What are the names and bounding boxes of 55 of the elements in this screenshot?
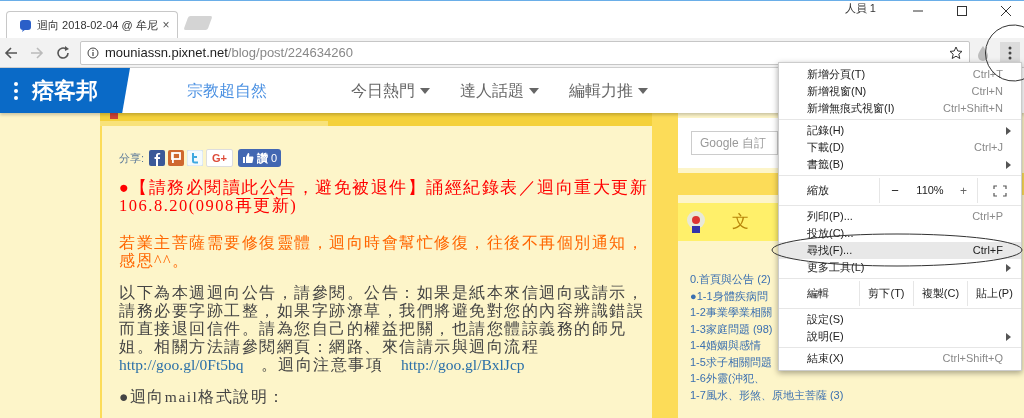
facebook-icon[interactable] [149, 150, 166, 166]
speech-bubble-icon [19, 18, 32, 32]
menu-item[interactable]: 設定(S) [779, 311, 1021, 328]
close-icon[interactable] [1000, 5, 1012, 17]
category-link[interactable]: 1-7風水、形煞、原地主菩薩 (3) [690, 386, 1024, 403]
menu-item[interactable]: 下載(D) Ctrl+J [779, 139, 1021, 156]
more-icon [1008, 45, 1013, 60]
info-icon [87, 46, 99, 59]
nav-dropdown[interactable]: 編輯力推 [569, 78, 648, 103]
drop-icon[interactable] [976, 44, 991, 61]
share-label: 分享: [119, 150, 145, 166]
plurk-icon[interactable] [168, 150, 185, 166]
notice-heading: ●【請務必閱讀此公告，避免被退件】誦經紀錄表／迴向重大更新106.8.20(0908再更新) [119, 179, 649, 215]
site-logo[interactable]: 痞客邦 [32, 74, 98, 107]
notice-text: 若業主菩薩需要修復靈體，迴向時會幫忙修復，往後不再個別通知，感恩^^。 [119, 234, 645, 270]
body-text: 以下為本週迴向公告，請參閱。公告：如果是紙本來信迴向或請示，請務必要字跡工整，如果字跡潦草，我們將避免對您的內容辨識錯誤而直接退回信件。請為您自己的權益把關，也請您體諒義務的師兄姐。相關方法請參閱網頁：網路、來信請示與迴向流程 http://goo.gl/0Ft5bq 。迴向注意事項 http://goo.gl/BxlJcp [119, 284, 645, 374]
fullscreen-icon[interactable] [992, 184, 1007, 197]
nav-dropdown[interactable]: 今日熱門 [351, 78, 430, 103]
link[interactable]: http://goo.gl/0Ft5bq [119, 356, 244, 373]
emblem-icon [684, 210, 708, 234]
menu-icon[interactable] [14, 81, 18, 100]
section-heading: ●迴向mail格式說明： [119, 388, 287, 406]
google-plus-button[interactable]: G+ [206, 149, 234, 167]
menu-item[interactable]: 書籤(B) [779, 156, 1021, 173]
browser-tab[interactable]: 迴向 2018-02-04 @ 牟尼 × [6, 11, 178, 38]
menu-item[interactable]: 新增無痕式視窗(I) Ctrl+Shift+N [779, 100, 1021, 117]
edit-action-button[interactable]: 剪下(T) [860, 281, 914, 306]
menu-item[interactable]: 尋找(F)... Ctrl+F [779, 242, 1021, 259]
zoom-out-button[interactable]: − [880, 178, 910, 203]
menu-item[interactable]: 列印(P)... Ctrl+P [779, 208, 1021, 225]
category-link[interactable]: 1-6外靈(沖犯、 [690, 370, 1024, 387]
reload-icon[interactable] [56, 45, 70, 60]
back-icon[interactable] [4, 45, 18, 60]
edit-action-button[interactable]: 貼上(P) [968, 281, 1021, 306]
menu-item[interactable]: 新增視窗(N) Ctrl+N [779, 83, 1021, 100]
thumbs-up-icon [242, 152, 255, 164]
maximize-icon[interactable] [956, 5, 968, 17]
address-field[interactable]: mouniassn.pixnet.net/blog/post/224634260 [80, 40, 971, 65]
widget-title: 文 [732, 211, 749, 234]
menu-button[interactable] [1000, 41, 1020, 64]
edit-action-button[interactable]: 複製(C) [914, 281, 968, 306]
menu-item[interactable]: 說明(E) [779, 328, 1021, 345]
profile-label[interactable]: 人員 1 [844, 0, 876, 16]
menu-item[interactable]: 記錄(H) [779, 122, 1021, 139]
tab-title: 迴向 2018-02-04 @ 牟尼 [37, 17, 158, 33]
zoom-level: 110% [915, 183, 945, 199]
zoom-in-button[interactable]: + [950, 178, 978, 203]
tab-close-button[interactable]: × [162, 16, 170, 34]
bookmark-star-icon[interactable] [949, 45, 964, 60]
menu-item[interactable]: 結束(X) Ctrl+Shift+Q [779, 350, 1021, 367]
like-button[interactable]: 讚 0 [238, 149, 282, 167]
nav-dropdown[interactable]: 達人話題 [460, 78, 539, 103]
link[interactable]: http://goo.gl/BxlJcp [400, 356, 525, 373]
edit-label: 編輯 [779, 281, 860, 306]
zoom-label: 縮放 [779, 178, 880, 203]
